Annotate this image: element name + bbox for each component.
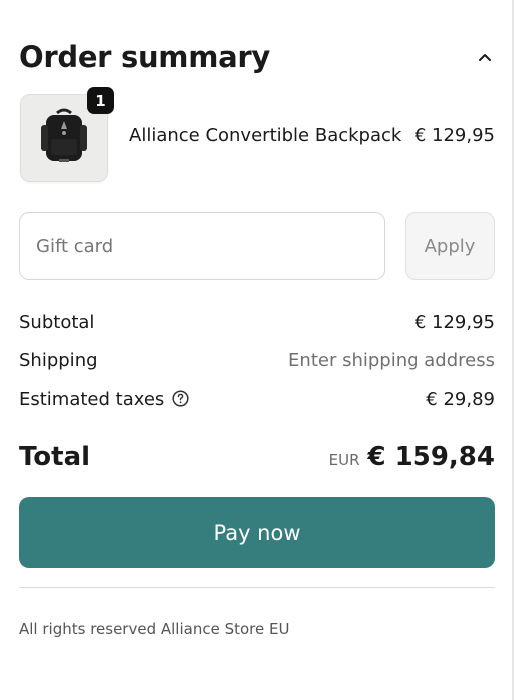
subtotal-value: € 129,95 xyxy=(414,312,495,333)
taxes-value: € 29,89 xyxy=(426,389,495,410)
taxes-label-wrap: Estimated taxes xyxy=(19,389,189,410)
total-amount: EUR € 159,84 xyxy=(329,442,495,472)
shipping-value: Enter shipping address xyxy=(288,350,495,371)
gift-card-form: Apply xyxy=(19,212,495,282)
order-summary-title: Order summary xyxy=(19,40,270,74)
chevron-up-icon[interactable] xyxy=(475,48,495,68)
footer-text: All rights reserved Alliance Store EU xyxy=(19,620,290,638)
total-row: Total EUR € 159,84 xyxy=(19,440,495,480)
shipping-label: Shipping xyxy=(19,350,98,371)
quantity-badge: 1 xyxy=(87,87,114,114)
line-item: 1 Alliance Convertible Backpack € 129,95 xyxy=(19,87,495,183)
question-circle-icon[interactable] xyxy=(172,389,189,407)
subtotal-label: Subtotal xyxy=(19,312,95,333)
product-name: Alliance Convertible Backpack xyxy=(129,125,402,146)
shipping-row: Shipping Enter shipping address xyxy=(19,350,495,378)
taxes-row: Estimated taxes € 29,89 xyxy=(19,389,495,417)
subtotal-row: Subtotal € 129,95 xyxy=(19,312,495,340)
gift-card-input[interactable] xyxy=(19,212,385,280)
apply-button[interactable]: Apply xyxy=(405,212,495,280)
divider xyxy=(19,587,495,588)
total-value: € 159,84 xyxy=(367,442,495,472)
order-summary-header[interactable]: Order summary xyxy=(19,40,495,80)
total-label: Total xyxy=(19,442,91,472)
taxes-label: Estimated taxes xyxy=(19,389,165,410)
currency-code: EUR xyxy=(328,451,360,469)
pay-now-button[interactable]: Pay now xyxy=(19,497,495,568)
product-price: € 129,95 xyxy=(414,125,495,146)
